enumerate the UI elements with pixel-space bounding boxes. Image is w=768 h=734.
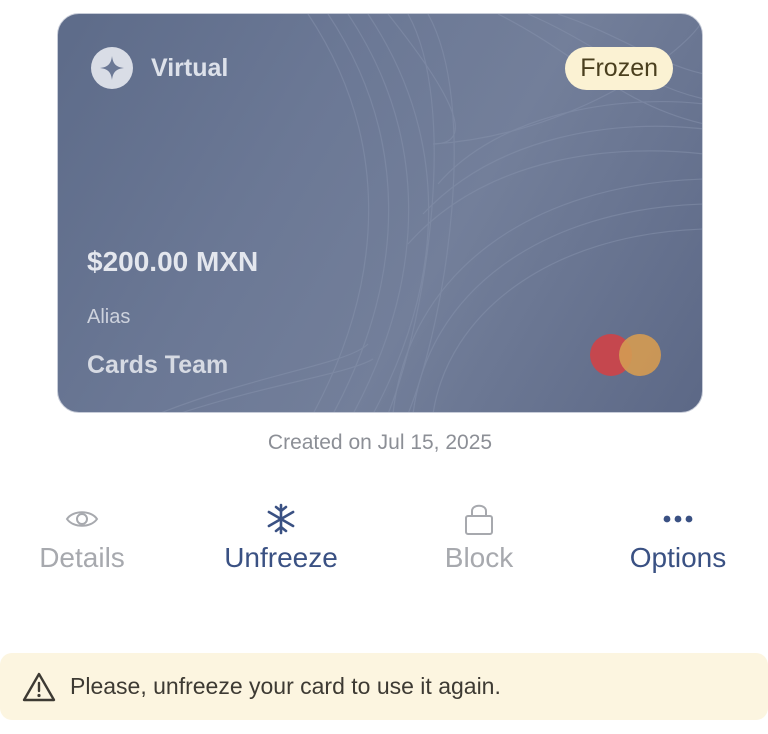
card-detail-page: Virtual Frozen $200.00 MXN Alias Cards T…: [0, 0, 768, 734]
eye-icon: [0, 500, 167, 538]
status-badge: Frozen: [565, 47, 673, 90]
unfreeze-label: Unfreeze: [224, 542, 338, 573]
snowflake-icon: [196, 500, 366, 538]
lock-icon: [394, 500, 564, 538]
card-alias: Cards Team: [87, 351, 229, 379]
unfreeze-button[interactable]: Unfreeze: [196, 500, 366, 574]
frozen-notice: Please, unfreeze your card to use it aga…: [0, 653, 768, 720]
options-label: Options: [629, 542, 727, 573]
details-label: Details: [39, 542, 125, 573]
more-dots-icon: [593, 500, 763, 538]
options-button[interactable]: Options: [593, 500, 763, 574]
card-actions: Details Unfreeze Block Options: [0, 500, 768, 590]
sparkle-icon: [91, 47, 133, 89]
card-type-label: Virtual: [151, 53, 229, 82]
notice-text: Please, unfreeze your card to use it aga…: [70, 673, 501, 699]
warning-icon: [22, 672, 56, 701]
card-balance: $200.00 MXN: [87, 246, 259, 277]
card-alias-label: Alias: [87, 306, 131, 328]
block-button[interactable]: Block: [394, 500, 564, 574]
created-date: Created on Jul 15, 2025: [267, 431, 493, 454]
virtual-card[interactable]: Virtual Frozen $200.00 MXN Alias Cards T…: [57, 13, 703, 413]
card-type: Virtual: [91, 47, 228, 89]
details-button[interactable]: Details: [0, 500, 167, 574]
mastercard-logo-icon: [590, 334, 661, 376]
block-label: Block: [444, 542, 514, 573]
